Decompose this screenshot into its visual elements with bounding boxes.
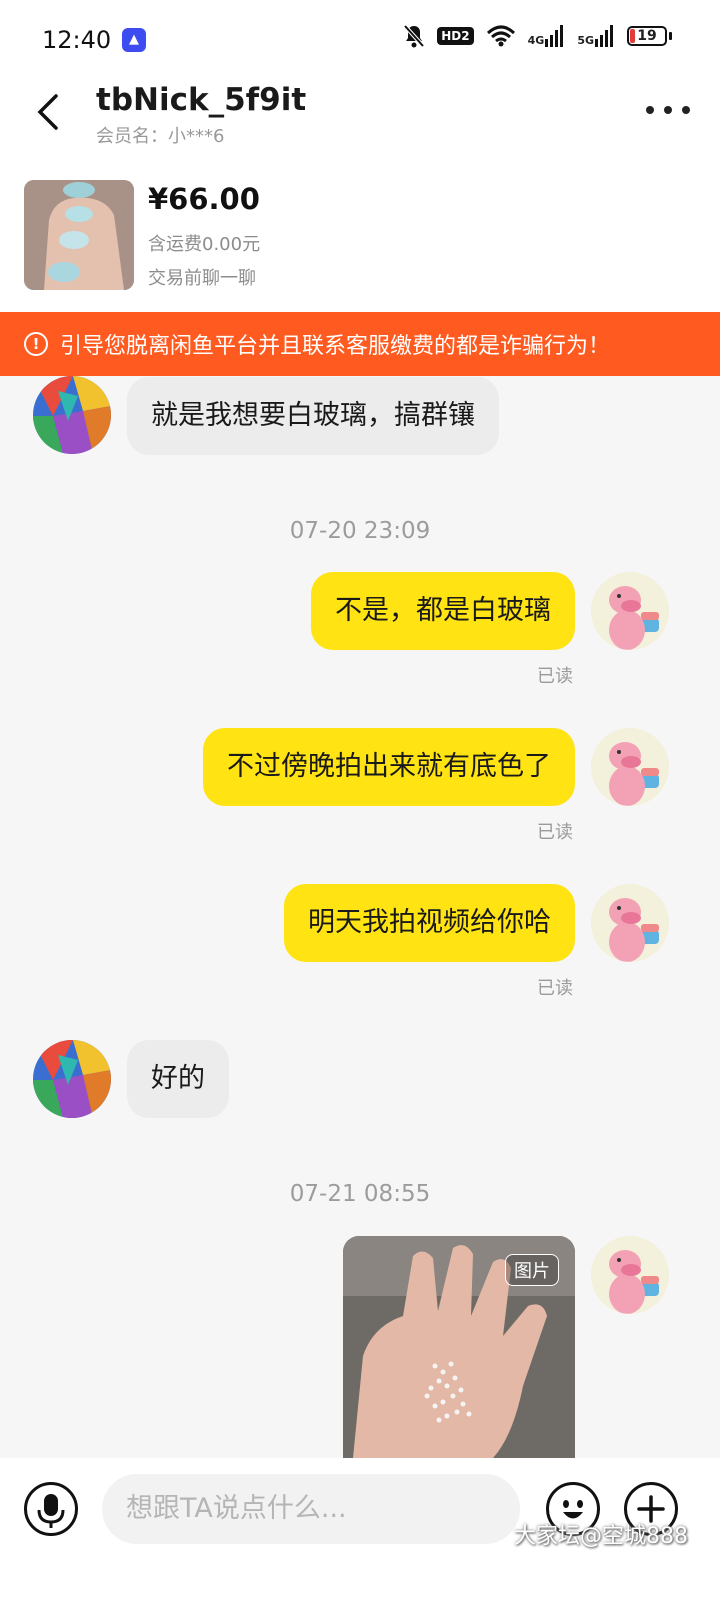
dot-icon xyxy=(646,106,654,114)
message-timestamp: 07-21 08:55 xyxy=(289,1181,431,1207)
message-bubble-right[interactable]: 不过傍晚拍出来就有底色了 xyxy=(203,728,575,806)
contact-name[interactable]: tbNick_5f9it xyxy=(96,82,306,118)
watermark: 大家坛@空城888 xyxy=(514,1524,688,1549)
read-status: 已读 xyxy=(537,978,573,999)
status-icons: HD2 4G 5G 19 xyxy=(403,24,672,48)
chevron-left-icon xyxy=(37,94,58,130)
status-bar: 12:40 ▲ HD2 4G 5G 19 xyxy=(0,0,720,82)
message-bubble-right[interactable]: 明天我拍视频给你哈 xyxy=(284,884,575,962)
signal-5g-icon: 5G xyxy=(577,25,615,47)
my-avatar[interactable] xyxy=(591,1236,669,1314)
fraud-warning-banner: ! 引导您脱离闲鱼平台并且联系客服缴费的都是诈骗行为！ xyxy=(0,312,720,376)
product-image[interactable] xyxy=(24,180,134,290)
wifi-icon xyxy=(486,25,515,47)
my-avatar[interactable] xyxy=(591,572,669,650)
read-status: 已读 xyxy=(537,822,573,843)
dot-icon xyxy=(664,106,672,114)
member-name: 会员名：小***6 xyxy=(96,126,225,147)
microphone-icon xyxy=(37,1494,65,1528)
read-status: 已读 xyxy=(537,666,573,687)
input-bar: 想跟TA说点什么... 大家坛@空城888 xyxy=(0,1458,720,1608)
back-button[interactable] xyxy=(30,92,70,132)
my-avatar[interactable] xyxy=(591,728,669,806)
status-time: 12:40 xyxy=(42,26,112,54)
alert-icon: ! xyxy=(24,332,48,356)
message-input[interactable]: 想跟TA说点什么... xyxy=(102,1474,520,1544)
product-price: ¥66.00 xyxy=(148,182,260,216)
battery-level: 19 xyxy=(637,28,657,44)
image-message[interactable]: 图片 xyxy=(343,1236,575,1458)
chat-before-trade: 交易前聊一聊 xyxy=(148,268,256,289)
image-tag: 图片 xyxy=(505,1254,559,1286)
seller-avatar[interactable] xyxy=(33,1040,111,1118)
dot-icon xyxy=(682,106,690,114)
signal-4g-icon: 4G xyxy=(528,25,566,47)
shipping-info: 含运费0.00元 xyxy=(148,234,261,255)
message-bubble-left[interactable]: 就是我想要白玻璃，搞群镶 xyxy=(127,377,499,455)
seller-avatar[interactable] xyxy=(33,376,111,454)
product-card[interactable]: ¥66.00 含运费0.00元 交易前聊一聊 xyxy=(24,180,704,290)
mute-bell-icon xyxy=(403,24,425,48)
message-bubble-right[interactable]: 不是，都是白玻璃 xyxy=(311,572,575,650)
message-timestamp: 07-20 23:09 xyxy=(289,518,431,544)
notification-app-icon: ▲ xyxy=(122,28,146,52)
hd-icon: HD2 xyxy=(437,27,474,45)
my-avatar[interactable] xyxy=(591,884,669,962)
more-options-button[interactable] xyxy=(646,100,690,120)
warning-text: 引导您脱离闲鱼平台并且联系客服缴费的都是诈骗行为！ xyxy=(60,334,611,359)
battery-icon: 19 xyxy=(627,26,672,46)
voice-button[interactable] xyxy=(24,1482,78,1536)
chat-header: tbNick_5f9it 会员名：小***6 xyxy=(0,82,720,160)
message-bubble-left[interactable]: 好的 xyxy=(127,1040,229,1118)
